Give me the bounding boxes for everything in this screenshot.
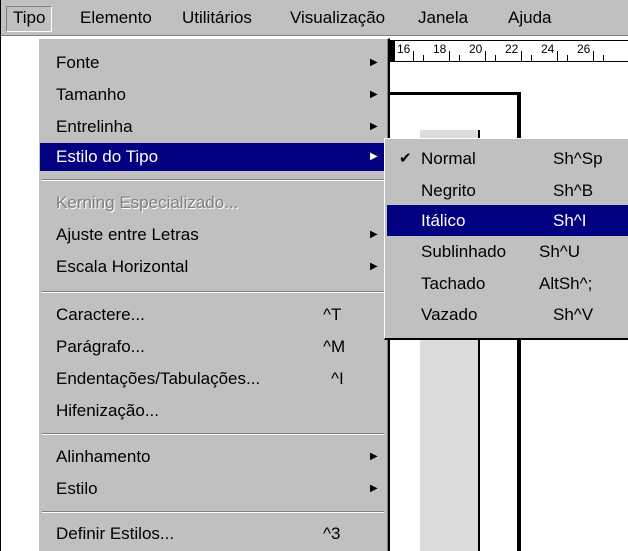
menu-separator: [42, 291, 384, 293]
menu-item-label: Escala Horizontal: [56, 257, 189, 276]
submenu-item-sublinhado[interactable]: Sublinhado Sh^U: [387, 236, 628, 267]
menu-item-endentacoes-tabulacoes[interactable]: Endentações/Tabulações... ^I: [40, 365, 386, 393]
menu-item-ajuste-entre-letras[interactable]: Ajuste entre Letras ▶: [40, 221, 386, 249]
menu-item-label: Entrelinha: [56, 117, 133, 136]
submenu-arrow-icon: ▶: [370, 451, 378, 462]
menu-item-caractere[interactable]: Caractere... ^T: [40, 301, 386, 329]
checkmark-icon: ✔: [399, 150, 412, 167]
submenu-item-label: Vazado: [421, 305, 478, 324]
menu-item-paragrafo[interactable]: Parágrafo... ^M: [40, 333, 386, 361]
submenu-item-label: Tachado: [421, 274, 486, 293]
menu-item-escala-horizontal[interactable]: Escala Horizontal ▶: [40, 253, 386, 281]
menu-item-definir-estilos[interactable]: Definir Estilos... ^3: [40, 520, 386, 548]
menu-item-entrelinha[interactable]: Entrelinha ▶: [40, 113, 386, 141]
menu-item-kerning-especializado[interactable]: Kerning Especializado...: [40, 189, 386, 217]
menu-item-label: Definir Estilos...: [56, 524, 175, 543]
submenu-item-shortcut: Sh^I: [553, 211, 587, 230]
submenu-item-label: Itálico: [421, 211, 466, 230]
menu-item-label: Parágrafo...: [56, 337, 145, 356]
submenu-arrow-icon: ▶: [370, 229, 378, 240]
menu-item-shortcut: ^I: [331, 369, 344, 388]
menu-separator: [42, 433, 384, 435]
submenu-item-shortcut: AltSh^;: [539, 274, 593, 293]
dropdown-menu-tipo: Fonte ▶ Tamanho ▶ Entrelinha ▶ Estilo do…: [38, 38, 390, 551]
menu-item-label: Hifenização...: [56, 401, 159, 420]
menu-item-shortcut: ^T: [323, 305, 342, 324]
menu-item-label: Ajuste entre Letras: [56, 225, 199, 244]
menu-item-tamanho[interactable]: Tamanho ▶: [40, 81, 386, 109]
submenu-item-shortcut: Sh^V: [553, 305, 594, 324]
menu-item-label: Caractere...: [56, 305, 145, 324]
submenu-item-shortcut: Sh^Sp: [553, 149, 603, 168]
menu-separator: [42, 511, 384, 513]
submenu-estilo-do-tipo: ✔ Normal Sh^Sp Negrito Sh^B Itálico Sh^I…: [384, 138, 628, 340]
menu-item-label: Fonte: [56, 53, 100, 72]
submenu-item-italico[interactable]: Itálico Sh^I: [387, 205, 628, 236]
submenu-item-label: Normal: [421, 149, 476, 168]
submenu-arrow-icon: ▶: [370, 261, 378, 272]
submenu-item-shortcut: Sh^U: [539, 242, 581, 261]
menu-item-label: Tamanho: [56, 85, 126, 104]
menu-item-fonte[interactable]: Fonte ▶: [40, 49, 386, 77]
menu-item-label: Endentações/Tabulações...: [56, 369, 261, 388]
submenu-arrow-icon: ▶: [370, 483, 378, 494]
submenu-item-label: Negrito: [421, 181, 476, 200]
submenu-arrow-icon: ▶: [370, 121, 378, 132]
menu-item-label: Alinhamento: [56, 447, 151, 466]
submenu-item-shortcut: Sh^B: [553, 181, 594, 200]
menu-item-label: Estilo: [56, 479, 98, 498]
submenu-arrow-icon: ▶: [370, 89, 378, 100]
submenu-item-normal[interactable]: ✔ Normal Sh^Sp: [387, 143, 628, 174]
submenu-arrow-icon: ▶: [370, 151, 378, 162]
submenu-item-vazado[interactable]: Vazado Sh^V: [387, 299, 628, 330]
menu-item-shortcut: ^3: [323, 524, 341, 543]
menu-item-estilo-do-tipo[interactable]: Estilo do Tipo ▶: [40, 143, 386, 171]
menu-item-alinhamento[interactable]: Alinhamento ▶: [40, 443, 386, 471]
menu-item-estilo[interactable]: Estilo ▶: [40, 475, 386, 503]
submenu-item-label: Sublinhado: [421, 242, 507, 261]
submenu-arrow-icon: ▶: [370, 57, 378, 68]
menu-item-label: Estilo do Tipo: [56, 147, 159, 166]
submenu-item-tachado[interactable]: Tachado AltSh^;: [387, 268, 628, 299]
menu-item-shortcut: ^M: [323, 337, 346, 356]
menu-separator: [42, 179, 384, 181]
menu-item-hifenizacao[interactable]: Hifenização...: [40, 397, 386, 425]
menu-item-label: Kerning Especializado...: [56, 193, 239, 212]
submenu-item-negrito[interactable]: Negrito Sh^B: [387, 175, 628, 206]
